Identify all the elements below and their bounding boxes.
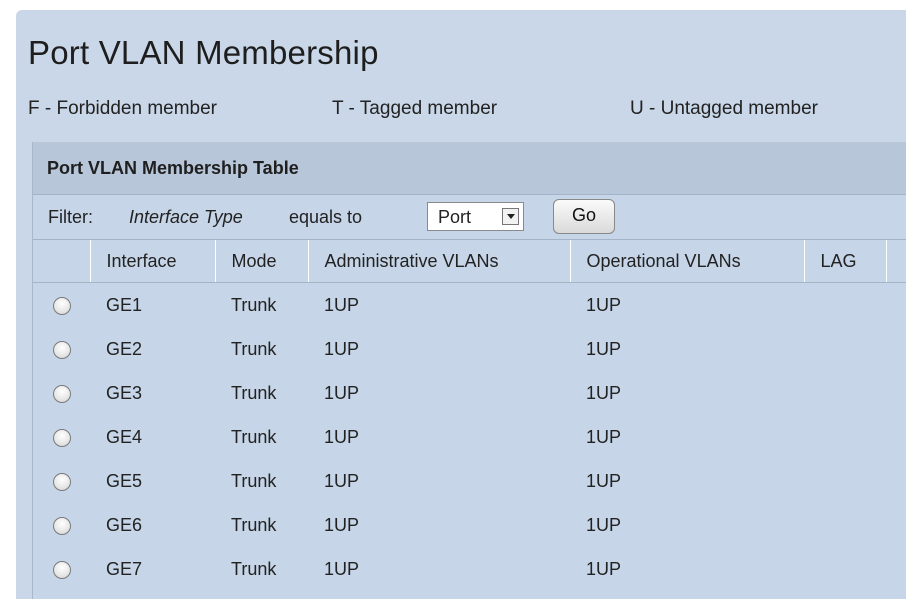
cell-mode: Trunk (231, 426, 277, 447)
cell-oper-vlans: 1UP (586, 426, 622, 447)
row-select-radio[interactable] (52, 472, 71, 491)
cell-admin-vlans: 1UP (324, 294, 360, 315)
column-header-lag: LAG (804, 240, 887, 283)
cell-admin-vlans: 1UP (324, 514, 360, 535)
cell-lag (804, 503, 886, 547)
table-row: GE2 Trunk 1UP 1UP (33, 327, 906, 371)
row-select-radio[interactable] (52, 296, 71, 315)
cell-oper-vlans: 1UP (586, 382, 622, 403)
cell-oper-vlans: 1UP (586, 294, 622, 315)
cell-oper-vlans: 1UP (586, 338, 622, 359)
cell-admin-vlans: 1UP (324, 426, 360, 447)
membership-table: Interface Mode Administrative VLANs Oper… (33, 240, 906, 591)
membership-legend: F - Forbidden member T - Tagged member U… (28, 98, 906, 124)
interface-type-select[interactable]: Port (427, 202, 524, 231)
cell-mode: Trunk (231, 470, 277, 491)
table-row: GE4 Trunk 1UP 1UP (33, 415, 906, 459)
cell-mode: Trunk (231, 294, 277, 315)
cell-lag (804, 459, 886, 503)
page-title: Port VLAN Membership (28, 34, 379, 71)
membership-table-panel: Port VLAN Membership Table Filter: Inter… (32, 142, 906, 599)
column-header-interface: Interface (90, 240, 216, 283)
select-column-header (33, 240, 91, 283)
table-header-row: Interface Mode Administrative VLANs Oper… (33, 240, 906, 283)
cell-interface: GE3 (106, 382, 143, 403)
cell-admin-vlans: 1UP (324, 558, 360, 579)
cell-interface: GE6 (106, 514, 143, 535)
table-row: GE3 Trunk 1UP 1UP (33, 371, 906, 415)
table-row: GE1 Trunk 1UP 1UP (33, 283, 906, 328)
cell-lag (804, 415, 886, 459)
cell-mode: Trunk (231, 558, 277, 579)
row-select-radio[interactable] (52, 428, 71, 447)
filter-label: Filter: (48, 207, 93, 227)
filter-bar: Filter: Interface Type equals to Port Go (33, 195, 906, 240)
cell-lag (804, 283, 886, 328)
cell-mode: Trunk (231, 338, 277, 359)
cell-admin-vlans: 1UP (324, 338, 360, 359)
row-select-radio[interactable] (52, 340, 71, 359)
table-title: Port VLAN Membership Table (33, 142, 906, 195)
row-select-radio[interactable] (52, 560, 71, 579)
table-row: GE6 Trunk 1UP 1UP (33, 503, 906, 547)
cell-interface: GE5 (106, 470, 143, 491)
filter-field-name: Interface Type (129, 207, 243, 227)
cell-oper-vlans: 1UP (586, 470, 622, 491)
cell-interface: GE4 (106, 426, 143, 447)
extra-column-header (886, 240, 906, 283)
cell-oper-vlans: 1UP (586, 514, 622, 535)
row-select-radio[interactable] (52, 516, 71, 535)
cell-mode: Trunk (231, 382, 277, 403)
table-row: GE7 Trunk 1UP 1UP (33, 547, 906, 591)
cell-interface: GE1 (106, 294, 143, 315)
cell-mode: Trunk (231, 514, 277, 535)
column-header-admin-vlans: Administrative VLANs (308, 240, 571, 283)
cell-interface: GE2 (106, 338, 143, 359)
interface-type-value: Port (438, 207, 472, 227)
cell-lag (804, 547, 886, 591)
cell-admin-vlans: 1UP (324, 470, 360, 491)
table-row: GE5 Trunk 1UP 1UP (33, 459, 906, 503)
cell-lag (804, 371, 886, 415)
cell-admin-vlans: 1UP (324, 382, 360, 403)
row-select-radio[interactable] (52, 384, 71, 403)
cell-lag (804, 327, 886, 371)
legend-tagged: T - Tagged member (332, 98, 498, 119)
content-panel: Port VLAN Membership F - Forbidden membe… (16, 10, 906, 599)
dropdown-arrow-icon[interactable] (502, 208, 519, 225)
legend-untagged: U - Untagged member (630, 98, 818, 119)
column-header-oper-vlans: Operational VLANs (570, 240, 805, 283)
cell-oper-vlans: 1UP (586, 558, 622, 579)
legend-forbidden: F - Forbidden member (28, 98, 218, 119)
column-header-mode: Mode (215, 240, 309, 283)
go-button[interactable]: Go (553, 199, 615, 234)
filter-operator: equals to (289, 207, 363, 227)
cell-interface: GE7 (106, 558, 143, 579)
